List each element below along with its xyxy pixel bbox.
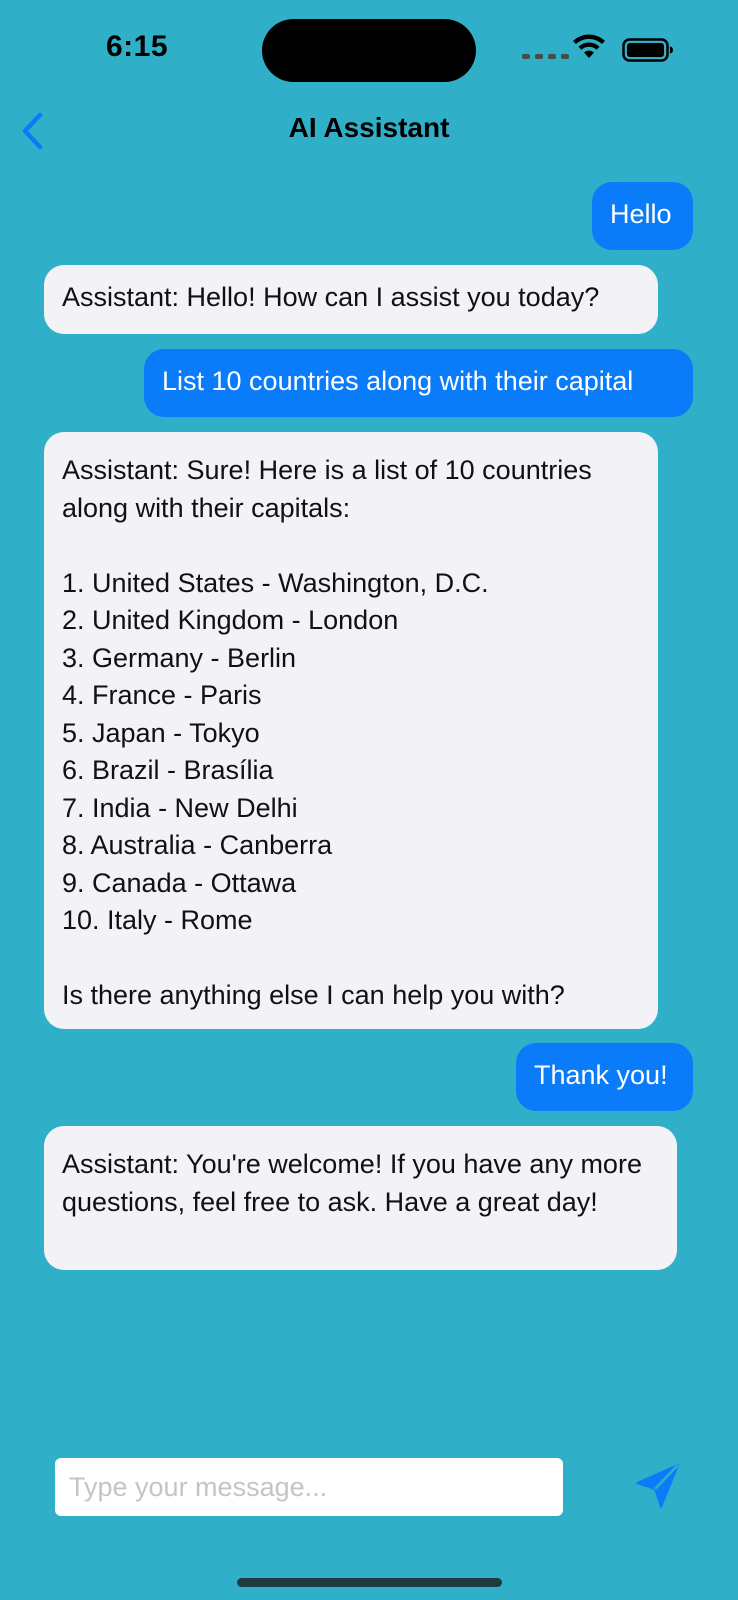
assistant-message-bubble: Assistant: Sure! Here is a list of 10 co…	[44, 432, 658, 1029]
message-input[interactable]	[55, 1458, 563, 1516]
status-icons	[522, 34, 682, 62]
home-indicator[interactable]	[237, 1578, 502, 1587]
status-time: 6:15	[106, 30, 169, 63]
send-button[interactable]	[632, 1461, 682, 1511]
user-message-bubble: Hello	[592, 182, 693, 250]
user-message-bubble: Thank you!	[516, 1043, 693, 1111]
user-message-bubble: List 10 countries along with their capit…	[144, 349, 693, 417]
dynamic-island	[262, 19, 476, 82]
battery-icon	[622, 38, 673, 62]
cellular-signal-icon	[522, 54, 569, 59]
page-title: AI Assistant	[288, 112, 450, 143]
assistant-message-bubble: Assistant: You're welcome! If you have a…	[44, 1126, 677, 1270]
paper-plane-icon	[636, 1464, 679, 1508]
assistant-message-bubble: Assistant: Hello! How can I assist you t…	[44, 265, 658, 334]
wifi-icon	[573, 34, 605, 58]
